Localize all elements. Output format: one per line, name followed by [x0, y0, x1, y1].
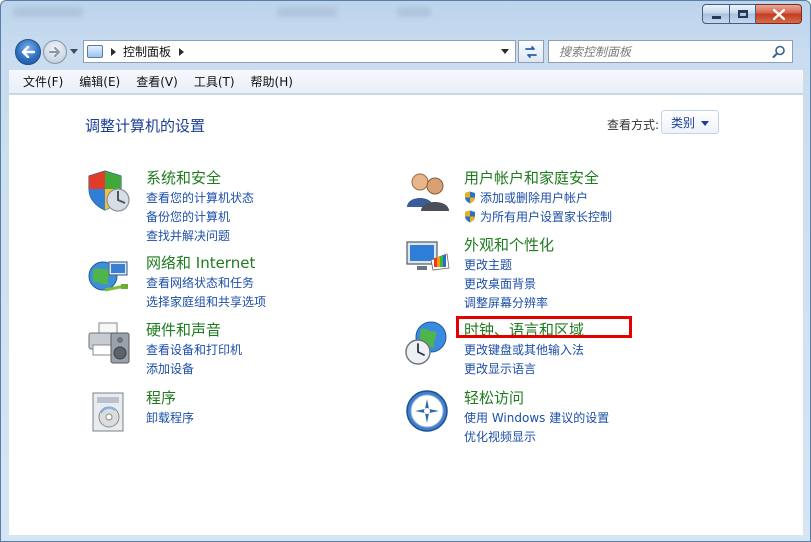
link-network-status[interactable]: 查看网络状态和任务	[146, 273, 266, 292]
printer-speaker-icon[interactable]	[85, 319, 133, 367]
caption-buttons	[702, 4, 802, 24]
view-by-dropdown[interactable]: 类别	[661, 110, 719, 134]
category-title-network-internet[interactable]: 网络和 Internet	[146, 252, 255, 273]
category-links: 卸载程序	[146, 408, 194, 427]
link-devices-printers[interactable]: 查看设备和打印机	[146, 340, 242, 359]
breadcrumb-control-panel[interactable]: 控制面板	[123, 43, 171, 60]
category-links: 查看设备和打印机 添加设备	[146, 340, 242, 378]
forward-button[interactable]	[43, 40, 67, 64]
menu-edit[interactable]: 编辑(E)	[71, 73, 128, 90]
category-title-programs[interactable]: 程序	[146, 387, 176, 408]
menu-file[interactable]: 文件(F)	[15, 73, 71, 90]
address-dropdown-button[interactable]	[495, 41, 515, 62]
users-icon[interactable]	[403, 167, 451, 215]
minimize-icon	[711, 15, 721, 19]
title-blur-region	[13, 7, 83, 17]
link-change-keyboard-input[interactable]: 更改键盘或其他输入法	[464, 340, 584, 359]
close-button[interactable]	[756, 4, 802, 24]
control-panel-window: 控制面板 文件(F) 编辑(E) 查看(V) 工具(T) 帮助(H) 调整计算机…	[0, 0, 811, 542]
category-title-ease-of-access[interactable]: 轻松访问	[464, 387, 524, 408]
link-backup-computer[interactable]: 备份您的计算机	[146, 207, 254, 226]
breadcrumb-arrow-icon[interactable]	[111, 47, 116, 56]
link-uninstall-program[interactable]: 卸载程序	[146, 408, 194, 427]
link-troubleshoot[interactable]: 查找并解决问题	[146, 226, 254, 245]
link-add-device[interactable]: 添加设备	[146, 359, 242, 378]
link-homegroup-sharing[interactable]: 选择家庭组和共享选项	[146, 292, 266, 311]
forward-arrow-icon	[49, 47, 60, 57]
navigation-bar: 控制面板	[1, 35, 810, 69]
menu-help[interactable]: 帮助(H)	[243, 73, 301, 90]
category-links: 更改主题 更改桌面背景 调整屏幕分辨率	[464, 255, 548, 312]
address-bar[interactable]: 控制面板	[83, 40, 516, 63]
recent-pages-dropdown[interactable]	[70, 49, 78, 54]
title-blur-region	[397, 7, 431, 17]
view-by-value: 类别	[671, 115, 696, 130]
view-by-label: 查看方式:	[607, 118, 660, 132]
link-change-display-language[interactable]: 更改显示语言	[464, 359, 584, 378]
network-globe-icon[interactable]	[85, 252, 133, 300]
link-add-remove-accounts[interactable]: 添加或删除用户帐户	[464, 188, 612, 207]
chevron-down-icon	[701, 121, 709, 126]
search-icon[interactable]	[772, 45, 786, 59]
link-view-computer-status[interactable]: 查看您的计算机状态	[146, 188, 254, 207]
category-links: 更改键盘或其他输入法 更改显示语言	[464, 340, 584, 378]
category-title-appearance[interactable]: 外观和个性化	[464, 234, 554, 255]
link-change-theme[interactable]: 更改主题	[464, 255, 548, 274]
link-screen-resolution[interactable]: 调整屏幕分辨率	[464, 293, 548, 312]
maximize-icon	[737, 10, 748, 18]
link-parental-controls[interactable]: 为所有用户设置家长控制	[464, 207, 612, 226]
link-label: 为所有用户设置家长控制	[480, 210, 613, 224]
search-input[interactable]	[559, 44, 769, 59]
back-button[interactable]	[15, 39, 41, 65]
page-title: 调整计算机的设置	[85, 117, 206, 135]
uac-shield-icon	[465, 191, 475, 204]
category-title-user-accounts[interactable]: 用户帐户和家庭安全	[464, 167, 599, 188]
refresh-icon	[525, 45, 537, 58]
link-change-background[interactable]: 更改桌面背景	[464, 274, 548, 293]
programs-box-icon[interactable]	[85, 387, 133, 435]
close-icon	[772, 8, 785, 20]
refresh-button[interactable]	[518, 40, 544, 63]
category-title-hardware-sound[interactable]: 硬件和声音	[146, 319, 221, 340]
title-bar[interactable]	[1, 1, 810, 33]
link-optimize-visual-display[interactable]: 优化视频显示	[464, 427, 609, 446]
back-arrow-icon	[21, 46, 35, 58]
menu-tools[interactable]: 工具(T)	[186, 73, 243, 90]
category-links: 查看网络状态和任务 选择家庭组和共享选项	[146, 273, 266, 311]
highlight-annotation-box	[456, 316, 632, 338]
link-recommended-settings[interactable]: 使用 Windows 建议的设置	[464, 408, 609, 427]
ease-of-access-icon[interactable]	[403, 387, 451, 435]
clock-globe-icon[interactable]	[403, 319, 451, 367]
title-blur-region	[277, 7, 337, 17]
maximize-button[interactable]	[730, 4, 756, 24]
menu-bar: 文件(F) 编辑(E) 查看(V) 工具(T) 帮助(H)	[9, 70, 803, 94]
category-links: 添加或删除用户帐户 为所有用户设置家长控制	[464, 188, 612, 226]
search-box[interactable]	[548, 40, 793, 63]
category-title-system-security[interactable]: 系统和安全	[146, 167, 221, 188]
chevron-down-icon	[501, 49, 509, 54]
menu-view[interactable]: 查看(V)	[128, 73, 186, 90]
category-links: 查看您的计算机状态 备份您的计算机 查找并解决问题	[146, 188, 254, 245]
uac-shield-icon	[465, 210, 475, 223]
content-area: 调整计算机的设置 查看方式: 类别 系统和安全 查看您的计算机状态 备份您的计算…	[9, 95, 803, 535]
shield-security-icon[interactable]	[85, 167, 133, 215]
category-links: 使用 Windows 建议的设置 优化视频显示	[464, 408, 609, 446]
link-label: 添加或删除用户帐户	[480, 191, 589, 205]
control-panel-icon	[87, 45, 103, 58]
minimize-button[interactable]	[702, 4, 730, 24]
appearance-monitor-icon[interactable]	[403, 234, 451, 282]
breadcrumb-arrow-icon[interactable]	[179, 47, 185, 56]
